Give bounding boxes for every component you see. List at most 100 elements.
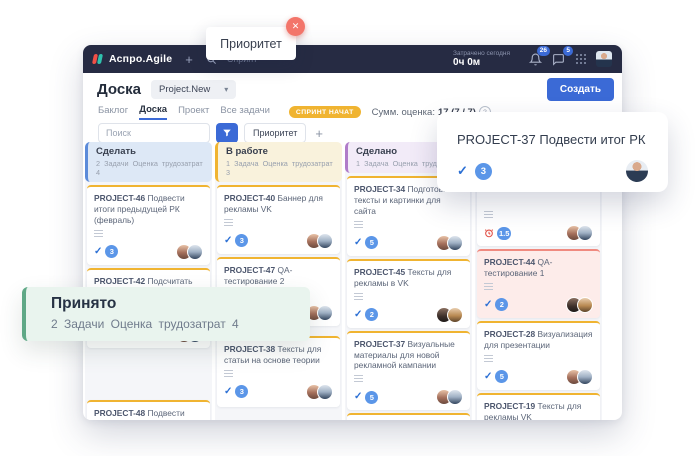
check-icon: ✓ [224,236,232,246]
estimate-badge: 5 [365,391,378,404]
board-header: Доска Project.New ▾ Создать [97,78,614,101]
chevron-down-icon: ▾ [224,86,228,94]
tab-board[interactable]: Доска [139,104,167,120]
task-card-alert[interactable]: PROJECT-44 QA-тестирование 1 ✓2 [477,249,600,318]
overdue-clock-icon [484,228,494,238]
page: Аспро.Agile + Спринт Затрачено сегодня 0… [0,0,700,456]
user-avatar[interactable] [596,51,612,67]
assignee-avatars [306,233,333,249]
filter-button[interactable] [216,123,238,143]
time-tracker-label: Затрачено сегодня [453,50,510,57]
task-card-callout: PROJECT-37 Подвести итог РК ✓ 3 [437,112,668,192]
estimate-badge: 1.5 [497,227,511,240]
task-card[interactable]: PROJECT-48 Подвести итоги РК ✓2 [87,400,210,420]
column-todo: Сделать 2 Задачи Оценка трудозатрат 4 PR… [85,142,212,420]
description-icon [484,355,493,362]
tab-backlog[interactable]: Баклог [98,105,128,119]
description-icon [484,283,493,290]
funnel-icon [222,128,232,138]
board-tabs: Баклог Доска Проект Все задачи СПРИНТ НА… [98,104,491,120]
estimate-badge: 3 [105,245,118,258]
app-window: Аспро.Agile + Спринт Затрачено сегодня 0… [83,45,622,420]
estimate-badge: 2 [365,308,378,321]
check-icon: ✓ [354,392,362,402]
assignee-avatars [436,389,463,405]
column-in-progress: В работе 1 Задача Оценка трудозатрат 3 P… [215,142,342,420]
tab-all-tasks[interactable]: Все задачи [220,105,270,119]
assignee-avatars [436,235,463,251]
estimate-badge: 3 [235,234,248,247]
check-icon: ✓ [94,247,102,257]
avatar [317,384,333,400]
notifications-bell-icon[interactable]: 26 [527,51,543,67]
tab-project[interactable]: Проект [178,105,209,119]
assignee-avatars [566,369,593,385]
avatar [577,225,593,241]
assignee-avatars [436,307,463,323]
task-card[interactable]: 1.5 [477,185,600,246]
accepted-title: Принято [51,295,310,313]
task-card[interactable]: PROJECT-28 Визуализация для презентации … [477,321,600,390]
avatar [317,233,333,249]
messages-count-badge: 5 [563,46,573,56]
description-icon [354,221,363,228]
quick-add-icon[interactable]: + [185,53,193,66]
check-icon: ✓ [457,163,468,179]
task-card[interactable]: PROJECT-23 Итоги РК ✓5 [347,413,470,420]
task-card-callout-footer: ✓ 3 [457,160,648,182]
task-card-callout-title: PROJECT-37 Подвести итог РК [457,132,648,147]
project-select-value: Project.New [159,84,210,95]
messages-icon[interactable]: 5 [550,51,566,67]
add-filter-icon[interactable]: + [315,126,323,141]
accepted-subtitle: 2 Задачи Оценка трудозатрат 4 [51,317,310,331]
close-icon[interactable]: ✕ [286,17,305,36]
description-icon [354,293,363,300]
task-card[interactable]: PROJECT-19 Тексты для рекламы VK ✓5 [477,393,600,420]
avatar [447,235,463,251]
search-input[interactable] [98,123,210,143]
filter-bar: Приоритет + [98,123,323,143]
priority-tooltip-label: Приоритет [220,37,282,51]
apps-grid-icon[interactable] [573,51,589,67]
check-icon: ✓ [354,238,362,248]
sprint-status-badge: СПРИНТ НАЧАТ [289,106,361,118]
estimate-badge: 5 [365,236,378,249]
column-header: Сделать 2 Задачи Оценка трудозатрат 4 [85,142,212,182]
filter-chip-priority[interactable]: Приоритет [244,123,306,143]
project-select[interactable]: Project.New ▾ [151,80,236,99]
description-icon [354,375,363,382]
avatar [187,244,203,260]
estimate-badge: 5 [495,370,508,383]
avatar [626,160,648,182]
notifications-count-badge: 26 [537,46,550,56]
avatar [577,369,593,385]
column-cards: 1.5 PROJECT-44 QA-тестирование 1 ✓2 PROJ… [475,184,602,420]
description-icon [224,370,233,377]
description-icon [94,230,103,237]
column-cards: PROJECT-34 Подготовить тексты и картинки… [345,175,472,420]
accepted-column-callout: Принято 2 Задачи Оценка трудозатрат 4 [22,287,310,341]
task-card[interactable]: PROJECT-37 Визуальные материалы для ново… [347,331,470,411]
task-card[interactable]: PROJECT-40 Баннер для рекламы VK ✓3 [217,185,340,254]
app-logo-icon [93,54,102,64]
assignee-avatars [566,225,593,241]
time-tracker-value: 0ч 0м [453,57,510,68]
avatar [447,389,463,405]
avatar [317,305,333,321]
page-title: Доска [97,81,141,98]
check-icon: ✓ [224,387,232,397]
task-card[interactable]: PROJECT-46 Подвести итоги предыдущей РК … [87,185,210,265]
task-card[interactable]: PROJECT-45 Тексты для рекламы в VK ✓2 [347,259,470,328]
estimate-badge: 3 [475,163,492,180]
check-icon: ✓ [484,300,492,310]
assignee-avatars [176,244,203,260]
estimate-badge: 3 [235,385,248,398]
task-card[interactable]: PROJECT-38 Тексты для статьи на основе т… [217,336,340,407]
sprint-summary-label: Сумм. оценка: [372,107,435,118]
check-icon: ✓ [354,310,362,320]
priority-tooltip: Приоритет ✕ [206,27,296,60]
assignee-avatars [306,305,333,321]
create-button[interactable]: Создать [547,78,614,101]
avatar [577,297,593,313]
description-icon [224,219,233,226]
